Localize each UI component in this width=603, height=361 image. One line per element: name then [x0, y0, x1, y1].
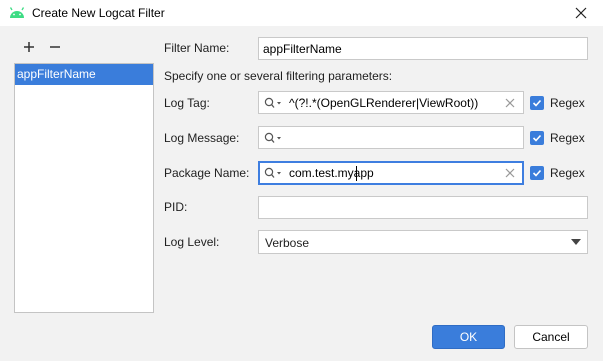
filter-name-label: Filter Name: — [164, 41, 230, 55]
log-message-regex-checkbox[interactable] — [530, 131, 544, 145]
log-tag-regex-label: Regex — [550, 96, 585, 110]
package-name-value: com.test.myapp — [289, 166, 374, 180]
log-level-select[interactable]: Verbose — [258, 230, 588, 254]
filter-name-value: appFilterName — [263, 42, 342, 56]
window-title: Create New Logcat Filter — [32, 6, 165, 20]
package-name-regex-label: Regex — [550, 166, 585, 180]
checkmark-icon — [532, 169, 542, 177]
title-bar: Create New Logcat Filter — [0, 0, 603, 26]
log-message-input[interactable] — [258, 126, 524, 149]
package-name-input[interactable]: com.test.myapp — [258, 161, 524, 185]
package-name-regex-checkbox[interactable] — [530, 166, 544, 180]
search-icon[interactable] — [264, 132, 282, 144]
log-message-label: Log Message: — [164, 131, 240, 145]
checkmark-icon — [532, 99, 542, 107]
filter-list-item[interactable]: appFilterName — [15, 64, 153, 85]
log-level-label: Log Level: — [164, 235, 220, 249]
log-tag-label: Log Tag: — [164, 96, 210, 110]
add-filter-button[interactable] — [21, 40, 37, 54]
log-level-value: Verbose — [265, 236, 310, 250]
search-icon[interactable] — [264, 167, 282, 179]
text-cursor — [356, 166, 357, 181]
clear-icon[interactable] — [505, 98, 515, 108]
filter-list: appFilterName — [14, 63, 154, 313]
close-button[interactable] — [559, 0, 603, 26]
ok-button[interactable]: OK — [432, 325, 505, 349]
checkmark-icon — [532, 134, 542, 142]
remove-filter-button[interactable] — [47, 40, 63, 54]
instructions-text: Specify one or several filtering paramet… — [164, 69, 393, 83]
log-tag-input[interactable]: ^(?!.*(OpenGLRenderer|ViewRoot)) — [258, 91, 524, 114]
close-icon — [575, 7, 587, 19]
log-message-regex-label: Regex — [550, 131, 585, 145]
pid-label: PID: — [164, 200, 188, 214]
minus-icon — [50, 46, 60, 48]
android-icon — [9, 7, 25, 18]
pid-field[interactable] — [258, 196, 588, 219]
cancel-button[interactable]: Cancel — [514, 325, 588, 349]
package-name-label: Package Name: — [164, 166, 250, 180]
filter-name-field[interactable]: appFilterName — [258, 37, 588, 60]
clear-icon[interactable] — [505, 168, 515, 178]
log-tag-regex-checkbox[interactable] — [530, 96, 544, 110]
search-icon[interactable] — [264, 97, 282, 109]
log-tag-value: ^(?!.*(OpenGLRenderer|ViewRoot)) — [289, 96, 479, 110]
plus-icon — [24, 42, 34, 52]
chevron-down-icon — [571, 239, 581, 245]
